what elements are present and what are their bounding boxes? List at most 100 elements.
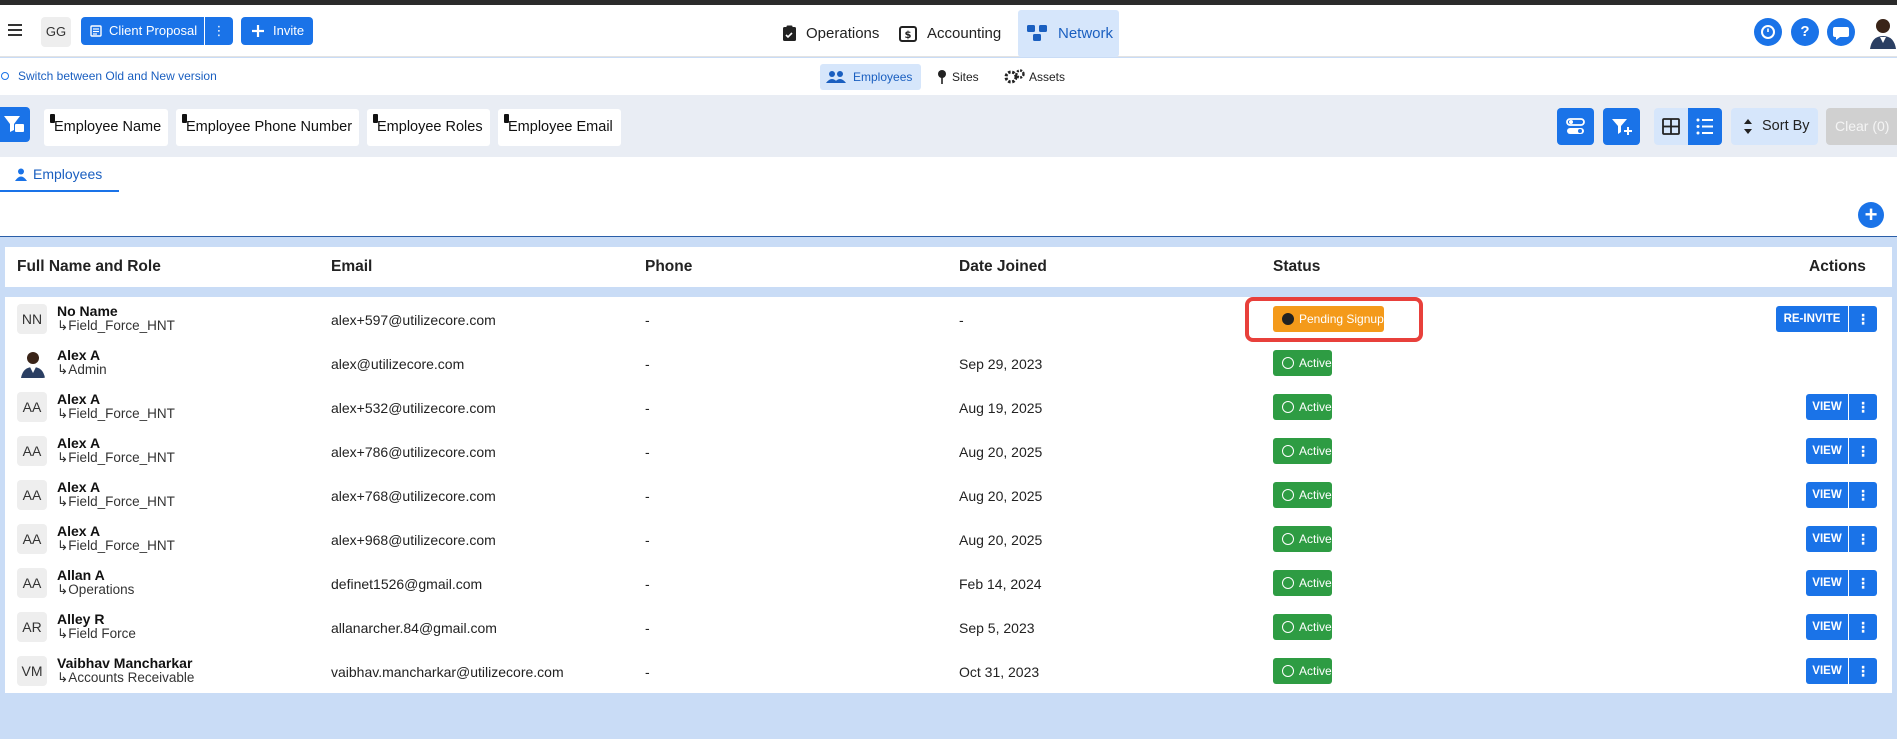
- nav-tab-accounting[interactable]: $ Accounting: [897, 10, 1005, 57]
- employee-name: Alex A: [57, 391, 101, 407]
- row-more-button[interactable]: ⋮: [1849, 482, 1877, 508]
- more-vert-icon: ⋮: [1856, 311, 1870, 327]
- filter-search-button[interactable]: [0, 107, 30, 142]
- list-view-button[interactable]: [1688, 108, 1722, 145]
- employee-phone: -: [645, 312, 650, 328]
- table-row[interactable]: AA Alex A ↳Field_Force_HNT alex+968@utilize…: [5, 517, 1892, 561]
- employee-date-joined: -: [959, 312, 964, 328]
- filter-chip-label: Employee Phone Number: [186, 119, 353, 135]
- table-row[interactable]: AA Alex A ↳Field_Force_HNT alex+532@utilize…: [5, 385, 1892, 429]
- nav-tab-label: Accounting: [927, 25, 1002, 42]
- column-header[interactable]: Status: [1273, 258, 1320, 276]
- row-more-button[interactable]: ⋮: [1849, 658, 1877, 684]
- subtab-label: Assets: [1029, 70, 1066, 84]
- more-vert-icon: ⋮: [1856, 399, 1870, 415]
- row-more-button[interactable]: ⋮: [1849, 394, 1877, 420]
- invite-label: Invite: [273, 23, 305, 38]
- column-header[interactable]: Actions: [1809, 258, 1866, 276]
- status-badge: Active: [1273, 482, 1332, 508]
- view-button[interactable]: VIEW: [1806, 482, 1848, 508]
- add-employee-button[interactable]: +: [1858, 202, 1884, 228]
- gear-icon: [1004, 69, 1025, 84]
- more-vert-icon: ⋮: [1856, 575, 1870, 591]
- employee-date-joined: Aug 20, 2025: [959, 488, 1043, 504]
- sort-by-button[interactable]: Sort By: [1731, 108, 1818, 145]
- more-vert-icon: ⋮: [1856, 619, 1870, 635]
- accounting-icon: $: [899, 26, 917, 42]
- sort-by-label: Sort By: [1762, 118, 1810, 134]
- more-vert-icon: ⋮: [1856, 663, 1870, 679]
- check-circle-icon: [1282, 401, 1294, 413]
- row-more-button[interactable]: ⋮: [1849, 614, 1877, 640]
- plus-icon: [252, 25, 264, 37]
- employee-phone: -: [645, 664, 650, 680]
- timer-button[interactable]: [1754, 18, 1782, 46]
- status-label: Active: [1299, 400, 1332, 414]
- column-header[interactable]: Full Name and Role: [17, 258, 161, 276]
- employee-role: ↳Field_Force_HNT: [57, 450, 175, 465]
- pin-icon: [938, 70, 946, 84]
- table-row[interactable]: AA Allan A ↳Operations definet1526@gmail.co…: [5, 561, 1892, 605]
- table-row[interactable]: AA Alex A ↳Field_Force_HNT alex+786@utilize…: [5, 429, 1892, 473]
- invite-button[interactable]: Invite: [241, 17, 313, 45]
- avatar: NN: [17, 304, 47, 334]
- help-button[interactable]: ?: [1791, 18, 1819, 46]
- filter-chip-employee-name[interactable]: Employee Name: [44, 109, 168, 146]
- clear-filters-button[interactable]: Clear (0): [1826, 108, 1897, 145]
- document-icon: [90, 25, 102, 37]
- avatar: AA: [17, 568, 47, 598]
- table-row[interactable]: VM Vaibhav Mancharkar ↳Accounts Receivable…: [5, 649, 1892, 693]
- svg-text:$: $: [905, 30, 912, 41]
- employee-role: ↳Operations: [57, 582, 135, 597]
- toggle-filters-button[interactable]: [1557, 108, 1594, 145]
- user-avatar[interactable]: [1866, 16, 1897, 49]
- table-row[interactable]: AA Alex A ↳Field_Force_HNT alex+768@utilize…: [5, 473, 1892, 517]
- client-proposal-more-button[interactable]: ⋮: [205, 17, 233, 45]
- filter-chip-employee-roles[interactable]: Employee Roles: [367, 109, 490, 146]
- client-proposal-button[interactable]: Client Proposal: [81, 17, 204, 45]
- chat-button[interactable]: [1827, 18, 1855, 46]
- menu-icon[interactable]: [8, 24, 22, 36]
- status-badge: Active: [1273, 570, 1332, 596]
- column-header[interactable]: Date Joined: [959, 258, 1047, 276]
- nav-tab-network[interactable]: Network: [1018, 10, 1119, 57]
- subtab-employees[interactable]: Employees: [820, 64, 921, 90]
- table-row[interactable]: NN No Name ↳Field_Force_HNT alex+597@utiliz…: [5, 297, 1892, 341]
- view-button[interactable]: VIEW: [1806, 614, 1848, 640]
- status-badge: Active: [1273, 526, 1332, 552]
- avatar: AA: [17, 436, 47, 466]
- workspace-avatar[interactable]: GG: [41, 17, 71, 47]
- re-invite-button[interactable]: RE-INVITE: [1776, 306, 1848, 332]
- nav-tab-label: Operations: [806, 25, 880, 42]
- employee-name: Vaibhav Mancharkar: [57, 655, 193, 671]
- view-button[interactable]: VIEW: [1806, 658, 1848, 684]
- table-row[interactable]: Alex A ↳Admin alex@utilizecore.com - Sep 29,…: [5, 341, 1892, 385]
- employee-phone: -: [645, 532, 650, 548]
- employee-email: definet1526@gmail.com: [331, 576, 483, 592]
- view-button[interactable]: VIEW: [1806, 570, 1848, 596]
- row-more-button[interactable]: ⋮: [1849, 570, 1877, 596]
- view-button[interactable]: VIEW: [1806, 526, 1848, 552]
- employee-date-joined: Oct 31, 2023: [959, 664, 1040, 680]
- row-more-button[interactable]: ⋮: [1849, 306, 1877, 332]
- add-filter-button[interactable]: [1603, 108, 1640, 145]
- view-button[interactable]: VIEW: [1806, 438, 1848, 464]
- filter-chip-employee-phone[interactable]: Employee Phone Number: [176, 109, 359, 146]
- help-icon: ?: [1800, 23, 1810, 40]
- table-row[interactable]: AR Alley R ↳Field Force allanarcher.84@gmai…: [5, 605, 1892, 649]
- chat-icon: [1833, 27, 1849, 40]
- subtab-assets[interactable]: Assets: [1003, 64, 1071, 90]
- nav-tab-operations[interactable]: Operations: [780, 10, 884, 57]
- grid-view-button[interactable]: [1654, 108, 1688, 145]
- row-more-button[interactable]: ⋮: [1849, 438, 1877, 464]
- row-more-button[interactable]: ⋮: [1849, 526, 1877, 552]
- column-header[interactable]: Email: [331, 258, 372, 276]
- view-button[interactable]: VIEW: [1806, 394, 1848, 420]
- plus-icon: +: [1864, 202, 1878, 227]
- filter-chip-employee-email[interactable]: Employee Email: [498, 109, 621, 146]
- subtab-sites[interactable]: Sites: [935, 64, 985, 90]
- version-switch-link[interactable]: Switch between Old and New version: [0, 68, 217, 84]
- employee-email: alex+597@utilizecore.com: [331, 312, 496, 328]
- column-header[interactable]: Phone: [645, 258, 692, 276]
- tab-employees[interactable]: Employees: [0, 157, 119, 192]
